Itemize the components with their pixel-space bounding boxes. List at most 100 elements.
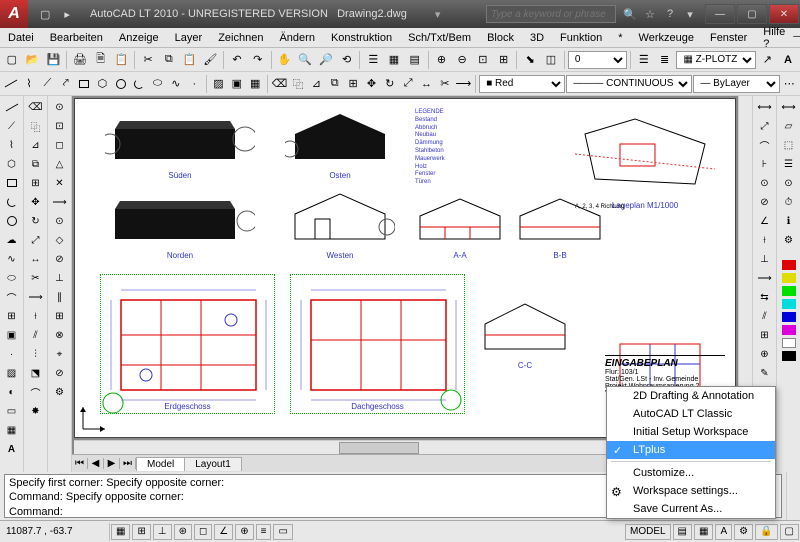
paste-icon[interactable]: 📋 bbox=[180, 50, 200, 70]
tab-prev-icon[interactable]: ◀ bbox=[88, 458, 104, 469]
tab-first-icon[interactable]: ⏮ bbox=[72, 458, 88, 469]
revcloud-tool-icon[interactable]: ☁ bbox=[2, 231, 22, 249]
zoom-realtime-icon[interactable]: 🔍 bbox=[295, 50, 315, 70]
dim-space-icon[interactable]: ⇆ bbox=[755, 288, 775, 306]
search-icon[interactable]: 🔍 bbox=[622, 6, 638, 22]
ray-icon[interactable]: ⤤ bbox=[57, 74, 74, 94]
dim-radius-icon[interactable]: ⊙ bbox=[755, 174, 775, 192]
dim-break-icon[interactable]: ⫽ bbox=[755, 307, 775, 325]
array-tool-icon[interactable]: ⊞ bbox=[26, 174, 46, 192]
polygon-tool-icon[interactable]: ⬡ bbox=[2, 155, 22, 173]
tab-model[interactable]: Model bbox=[136, 457, 185, 471]
polygon-icon[interactable]: ⬡ bbox=[94, 74, 111, 94]
copy-obj-icon[interactable]: ⿻ bbox=[289, 74, 306, 94]
close-button[interactable]: ✕ bbox=[769, 4, 799, 24]
table-tool-icon[interactable]: ▦ bbox=[2, 421, 22, 439]
tab-next-icon[interactable]: ▶ bbox=[104, 458, 120, 469]
area-icon[interactable]: ▱ bbox=[779, 117, 799, 135]
rotate-tool-icon[interactable]: ↻ bbox=[26, 212, 46, 230]
color-dropdown[interactable]: ■ Red bbox=[479, 75, 565, 93]
setvar-icon[interactable]: ⚙ bbox=[779, 231, 799, 249]
offset-tool-icon[interactable]: ⧉ bbox=[26, 155, 46, 173]
region-icon[interactable]: ▣ bbox=[228, 74, 245, 94]
arrow-icon[interactable]: ↗ bbox=[757, 50, 777, 70]
ucs-icon[interactable]: ⬊ bbox=[520, 50, 540, 70]
match-prop-icon[interactable]: 🖌 bbox=[200, 50, 220, 70]
move-tool-icon[interactable]: ✥ bbox=[26, 193, 46, 211]
ellipse-arc-icon[interactable]: ⌒ bbox=[2, 288, 22, 306]
menu-hilfe[interactable]: Hilfe ? bbox=[755, 24, 793, 52]
model-space-button[interactable]: MODEL bbox=[625, 524, 671, 540]
lineweight-dropdown[interactable]: — ByLayer bbox=[693, 75, 779, 93]
ortho-mode-button[interactable]: ⊥ bbox=[153, 524, 172, 540]
linetype-dropdown[interactable]: ——— CONTINUOUS bbox=[566, 75, 692, 93]
app-logo[interactable]: A bbox=[0, 0, 28, 28]
hatch-icon[interactable]: ▨ bbox=[210, 74, 227, 94]
circle-icon[interactable] bbox=[112, 74, 129, 94]
qp-mode-button[interactable]: ▭ bbox=[273, 524, 292, 540]
rotate-icon[interactable]: ↻ bbox=[381, 74, 398, 94]
scale-icon[interactable]: ⤢ bbox=[399, 74, 416, 94]
tolerance-icon[interactable]: ⊞ bbox=[755, 326, 775, 344]
menu-block[interactable]: Block bbox=[479, 30, 522, 46]
snap-from-icon[interactable]: ⊡ bbox=[50, 117, 70, 135]
redo-icon[interactable]: ↷ bbox=[248, 50, 268, 70]
snap-mode-button[interactable]: ▦ bbox=[111, 524, 130, 540]
snap-settings-icon[interactable]: ⚙ bbox=[50, 383, 70, 401]
chevron-down-icon[interactable]: ▾ bbox=[682, 6, 698, 22]
zoom-in-icon[interactable]: ⊕ bbox=[432, 50, 452, 70]
tab-last-icon[interactable]: ⏭ bbox=[120, 458, 136, 469]
menu-werkzeuge[interactable]: Werkzeuge bbox=[631, 30, 702, 46]
stretch-tool-icon[interactable]: ↔ bbox=[26, 250, 46, 268]
mirror-tool-icon[interactable]: ⊿ bbox=[26, 136, 46, 154]
color-green[interactable] bbox=[782, 286, 796, 296]
dim-angular-icon[interactable]: ∠ bbox=[755, 212, 775, 230]
zoom-out-icon[interactable]: ⊖ bbox=[452, 50, 472, 70]
osnap-mode-button[interactable]: ◻ bbox=[194, 524, 212, 540]
annotation-scale-icon[interactable]: A bbox=[715, 524, 732, 540]
tool-palettes-icon[interactable]: ▤ bbox=[405, 50, 425, 70]
line-tool-icon[interactable] bbox=[2, 98, 22, 116]
fillet-tool-icon[interactable]: ⌒ bbox=[26, 383, 46, 401]
snap-perp-icon[interactable]: ⊥ bbox=[50, 269, 70, 287]
color-cyan[interactable] bbox=[782, 299, 796, 309]
lwt-mode-button[interactable]: ≡ bbox=[256, 524, 272, 540]
search-input[interactable] bbox=[486, 5, 616, 23]
array-icon[interactable]: ⊞ bbox=[344, 74, 361, 94]
dim-diameter-icon[interactable]: ⊘ bbox=[755, 193, 775, 211]
id-icon[interactable]: ⊙ bbox=[779, 174, 799, 192]
properties-icon[interactable]: ☰ bbox=[363, 50, 383, 70]
zoom-extents-icon[interactable]: ⊡ bbox=[473, 50, 493, 70]
minimize-button[interactable]: — bbox=[705, 4, 735, 24]
color-yellow[interactable] bbox=[782, 273, 796, 283]
menu-aendern[interactable]: Ändern bbox=[271, 30, 322, 46]
menu-layer[interactable]: Layer bbox=[167, 30, 211, 46]
hatch-tool-icon[interactable]: ▨ bbox=[2, 364, 22, 382]
menu-schtxtbem[interactable]: Sch/Txt/Bem bbox=[400, 30, 479, 46]
menu-star[interactable]: * bbox=[610, 30, 630, 46]
dim-continue-icon[interactable]: ⟶ bbox=[755, 269, 775, 287]
dim-edit-icon[interactable]: ✎ bbox=[755, 364, 775, 382]
snap-par-icon[interactable]: ∥ bbox=[50, 288, 70, 306]
layer-states-icon[interactable]: ≣ bbox=[655, 50, 675, 70]
circle-tool-icon[interactable] bbox=[2, 212, 22, 230]
erase-icon[interactable]: ⌫ bbox=[271, 74, 289, 94]
table-icon[interactable]: ▦ bbox=[247, 74, 264, 94]
zplot-dropdown[interactable]: ▦ Z-PLOTZ-PLOT bbox=[676, 51, 756, 69]
toolbar-lock-icon[interactable]: 🔒 bbox=[755, 524, 777, 540]
menu-funktion[interactable]: Funktion bbox=[552, 30, 610, 46]
layer-props-icon[interactable]: ☰ bbox=[634, 50, 654, 70]
dim-arc-icon[interactable]: ⌒ bbox=[755, 136, 775, 154]
qat-open-icon[interactable]: ▸ bbox=[58, 8, 76, 21]
ctx-2d-drafting[interactable]: 2D Drafting & Annotation bbox=[607, 387, 775, 405]
menu-anzeige[interactable]: Anzeige bbox=[111, 30, 167, 46]
help-icon[interactable]: ? bbox=[662, 6, 678, 22]
new-icon[interactable]: ▢ bbox=[2, 50, 22, 70]
snap-mid-icon[interactable]: △ bbox=[50, 155, 70, 173]
xline-icon[interactable]: ⟋ bbox=[39, 74, 56, 94]
color-black[interactable] bbox=[782, 351, 796, 361]
spline-icon[interactable]: ∿ bbox=[167, 74, 184, 94]
snap-none-icon[interactable]: ⊘ bbox=[50, 364, 70, 382]
mtext-icon[interactable]: A bbox=[2, 440, 22, 458]
quick-view-layouts-icon[interactable]: ▤ bbox=[673, 524, 692, 540]
